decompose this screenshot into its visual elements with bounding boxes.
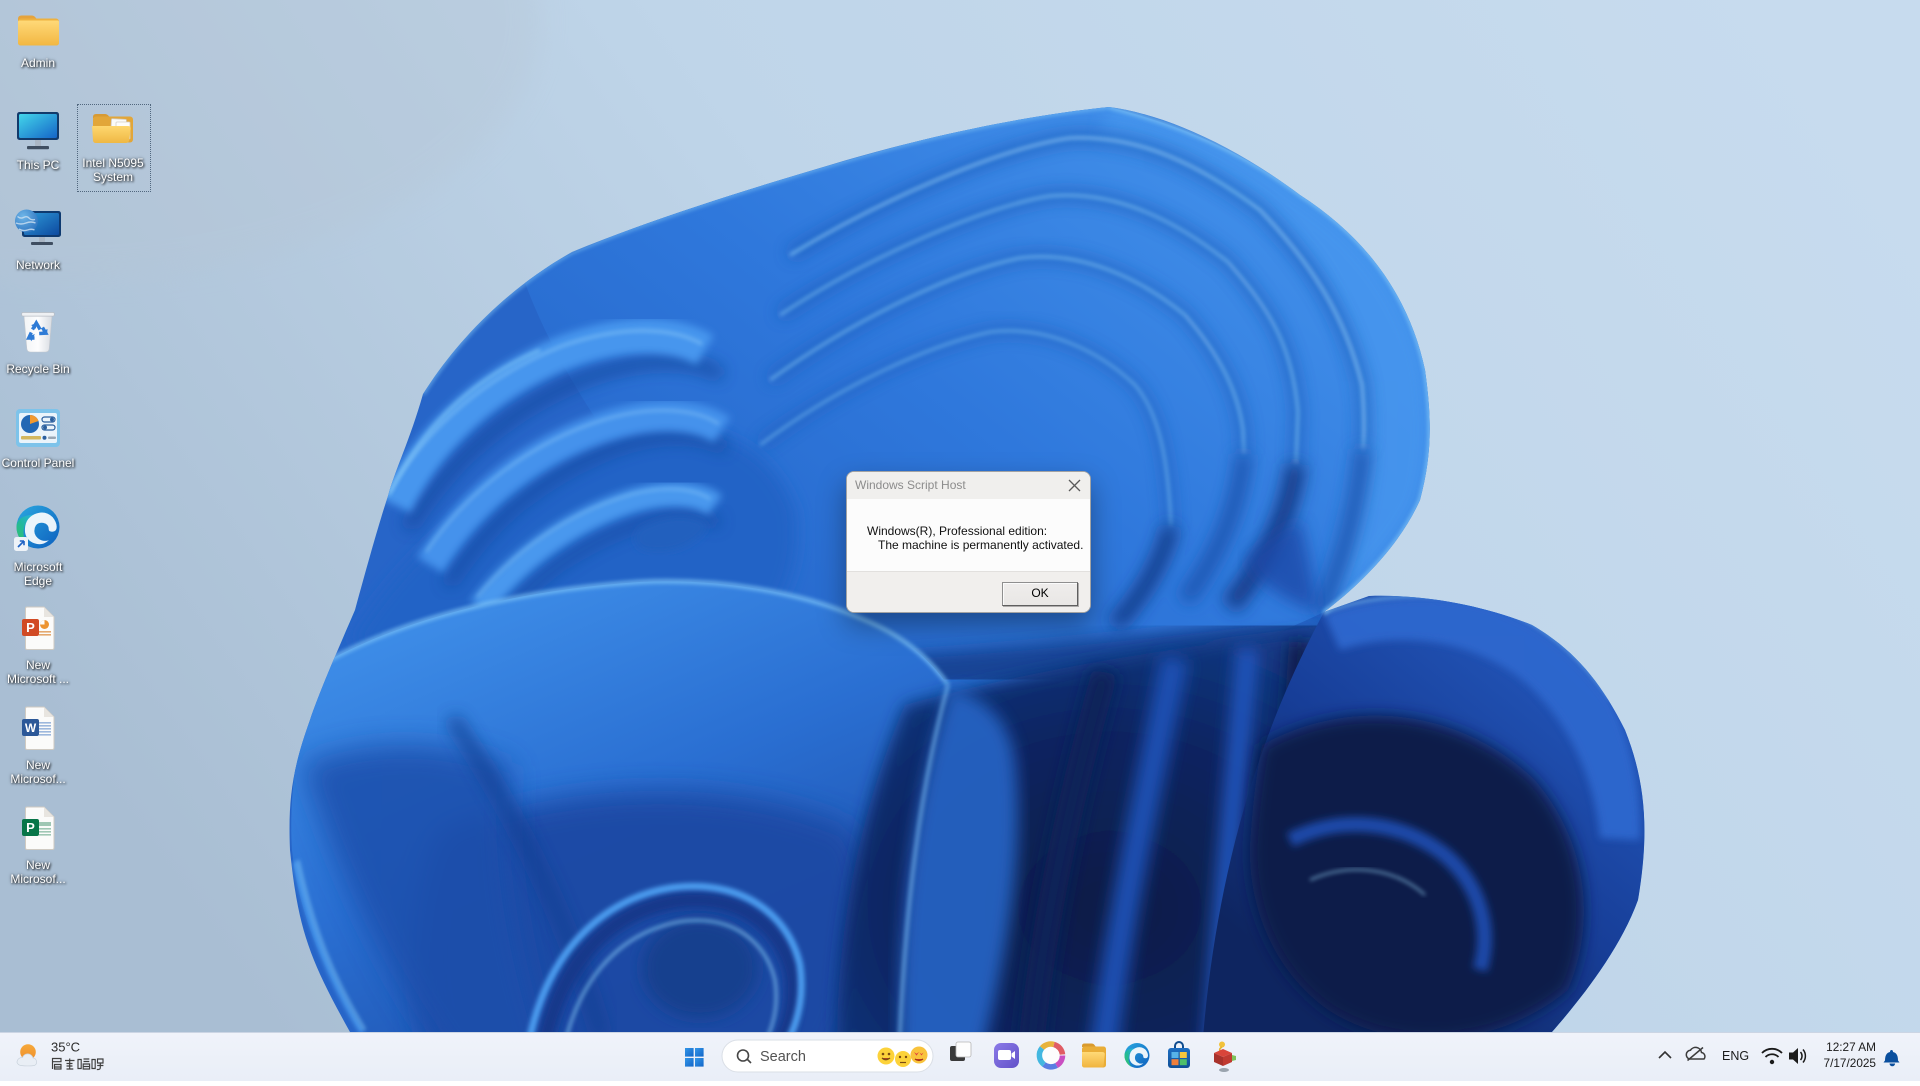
svg-text:W: W [25, 721, 37, 735]
svg-text:P: P [26, 620, 35, 635]
svg-text:P: P [26, 820, 35, 835]
svg-text:Search: Search [760, 1049, 806, 1065]
svg-text:ENG: ENG [1722, 1049, 1749, 1063]
svg-text:7/17/2025: 7/17/2025 [1824, 1056, 1877, 1070]
svg-text:35°C: 35°C [51, 1040, 80, 1055]
svg-text:12:27 AM: 12:27 AM [1826, 1040, 1876, 1054]
